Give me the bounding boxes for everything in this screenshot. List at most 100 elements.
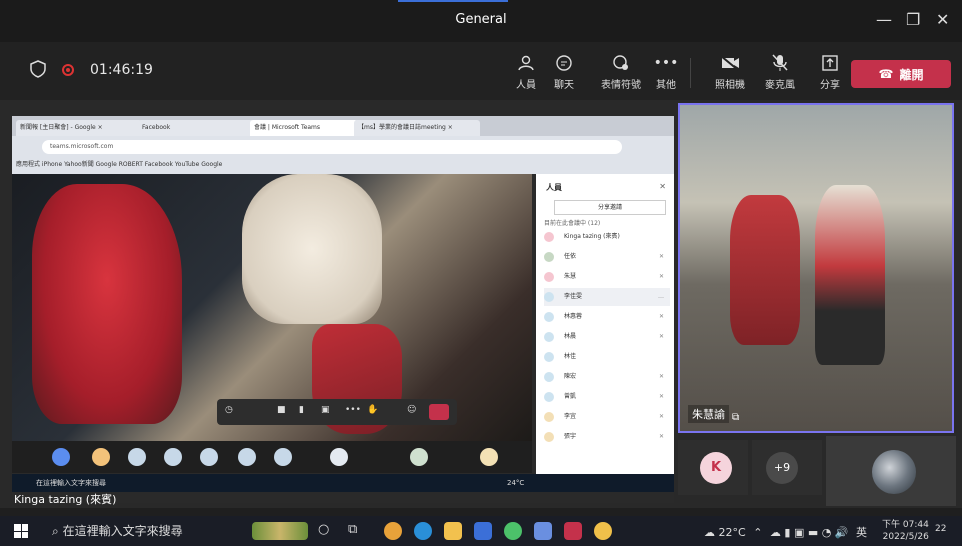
close-icon[interactable]: ✕	[936, 10, 949, 29]
chat-label: 聊天	[554, 80, 574, 91]
share-tray-icon	[806, 52, 854, 74]
notification-count: 22	[935, 524, 947, 534]
minimize-icon[interactable]: —	[876, 10, 892, 29]
participant-name: 朱慧	[564, 273, 577, 280]
participant-name: 林晨	[564, 333, 577, 340]
line-icon[interactable]	[504, 522, 522, 540]
participant-row: 林佳	[544, 348, 670, 366]
participant-name: 林佳	[564, 353, 577, 360]
dancer-figure	[242, 174, 382, 324]
bookmarks-bar: 應用程式 iPhone Yahoo新聞 Google ROBERT Facebo…	[16, 161, 223, 168]
dancer-figure	[32, 184, 182, 424]
participant-name: 曾凱	[564, 393, 577, 400]
task-view-icon[interactable]: ⧉	[348, 522, 366, 540]
inner-meeting-controls: ◷ ■ ▮ ▣ ••• ✋ ☺	[217, 399, 457, 425]
mail-icon[interactable]	[474, 522, 492, 540]
participant-thumbnail	[200, 448, 218, 466]
share-button[interactable]: 分享	[806, 52, 854, 91]
inner-participant-strip	[12, 441, 532, 473]
shared-screen[interactable]: 新聞報 [主日聚會] - Google × Facebook 會議 | Micr…	[12, 116, 674, 503]
inner-mic-icon: ▮	[299, 405, 304, 415]
search-placeholder: 在這裡輸入文字來搜尋	[62, 524, 183, 538]
participant-thumbnail	[330, 448, 348, 466]
share-label: 分享	[820, 80, 840, 91]
more-button[interactable]: ••• 其他	[642, 52, 690, 91]
edge-icon[interactable]	[414, 522, 432, 540]
participant-name: 李宜	[564, 413, 577, 420]
people-label: 人員	[516, 80, 536, 91]
participant-name: Kinga tazing (來賓)	[564, 233, 620, 240]
participant-row: 張宇 ✕	[544, 428, 670, 446]
participant-thumbnail	[274, 448, 292, 466]
participant-thumbnail	[480, 448, 498, 466]
chrome-icon[interactable]	[384, 522, 402, 540]
window-title: General	[455, 12, 507, 27]
windows-taskbar: ⌕ 在這裡輸入文字來搜尋 ○ ⧉ ☁ 22°C ⌃ ☁ ▮ ▣ ▬ ◔ 🔊 英 …	[0, 516, 962, 546]
mic-button[interactable]: 麥克風	[756, 52, 804, 91]
people-panel: 人員 ✕ 分享邀請 目前在此會議中 (12) Kinga tazing (來賓)…	[536, 174, 674, 474]
spotlight-video[interactable]: 朱慧諭 ⧉	[678, 103, 954, 433]
avatar: K	[700, 452, 732, 484]
participant-row: 林惠蓉 ✕	[544, 308, 670, 326]
participant-thumbnail	[128, 448, 146, 466]
toolbar-divider	[690, 58, 691, 88]
leave-label: 離開	[899, 67, 924, 82]
mic-off-icon	[756, 52, 804, 74]
file-explorer-icon[interactable]	[444, 522, 462, 540]
maximize-icon[interactable]: ❐	[906, 10, 920, 29]
mic-off-icon: ✕	[658, 413, 664, 420]
cortana-icon[interactable]: ○	[318, 522, 336, 540]
mic-off-icon: ✕	[658, 333, 664, 340]
inner-taskbar: 在這裡輸入文字來搜尋 24°C	[12, 474, 674, 492]
teams-icon[interactable]	[534, 522, 552, 540]
shield-icon[interactable]	[30, 60, 46, 78]
participant-thumbnail	[238, 448, 256, 466]
participant-name: 陳宏	[564, 373, 577, 380]
participant-thumbnail	[410, 448, 428, 466]
taskbar-clock[interactable]: 下午 07:44 2022/5/26	[882, 519, 929, 543]
participant-row: 林晨 ✕	[544, 328, 670, 346]
inner-timer-icon: ◷	[225, 405, 233, 415]
participant-name: 任依	[564, 253, 577, 260]
mic-off-icon: ✕	[658, 273, 664, 280]
tray-overflow-icon[interactable]: ⌃	[753, 526, 762, 539]
dancer-figure	[815, 185, 885, 365]
tray-icons: ☁ ▮ ▣ ▬ ◔ 🔊	[769, 526, 849, 539]
participant-row: Kinga tazing (來賓)	[544, 228, 670, 246]
more-icon: …	[658, 293, 664, 300]
more-label: 其他	[656, 80, 676, 91]
participant-row: 曾凱 ✕	[544, 388, 670, 406]
overflow-count: +9	[766, 452, 798, 484]
app-icon[interactable]	[594, 522, 612, 540]
chat-button[interactable]: 聊天	[540, 52, 588, 91]
people-panel-title: 人員	[546, 183, 562, 192]
phone-hangup-icon: ☎	[878, 67, 894, 81]
weather-temp: 22°C	[718, 526, 746, 539]
participant-thumbnail	[92, 448, 110, 466]
participant-name-label: Kinga tazing (來賓)	[14, 493, 117, 506]
clock-date: 2022/5/26	[882, 532, 929, 542]
camera-off-icon	[706, 52, 754, 74]
meeting-timer: 01:46:19	[90, 62, 153, 78]
leave-button[interactable]: ☎ 離開	[851, 60, 951, 88]
reactions-button[interactable]: 表情符號	[593, 52, 649, 91]
dancer-figure	[730, 195, 800, 345]
shared-browser-chrome: 新聞報 [主日聚會] - Google × Facebook 會議 | Micr…	[12, 116, 674, 174]
mic-label: 麥克風	[765, 80, 795, 91]
ime-indicator[interactable]: 英	[856, 526, 867, 539]
title-accent	[398, 0, 508, 2]
spotlight-name: 朱慧諭	[688, 405, 729, 423]
windows-start-icon[interactable]	[14, 524, 28, 538]
more-icon: •••	[653, 55, 679, 71]
browser-tab: 新聞報 [主日聚會] - Google ×	[16, 120, 142, 136]
taskbar-search[interactable]: ⌕ 在這裡輸入文字來搜尋	[52, 522, 183, 539]
camera-button[interactable]: 照相機	[706, 52, 754, 91]
reactions-icon	[593, 52, 649, 74]
share-invite-button: 分享邀請	[554, 200, 666, 215]
app-icon[interactable]	[564, 522, 582, 540]
notification-center-icon[interactable]: 22	[935, 524, 946, 534]
mic-off-icon: ✕	[658, 433, 664, 440]
camera-label: 照相機	[715, 80, 745, 91]
meeting-toolbar: 01:46:19 人員 聊天 表情符號 ••• 其他 照相機 麥克風 分享	[0, 42, 962, 100]
inner-search: 在這裡輸入文字來搜尋	[36, 479, 106, 487]
